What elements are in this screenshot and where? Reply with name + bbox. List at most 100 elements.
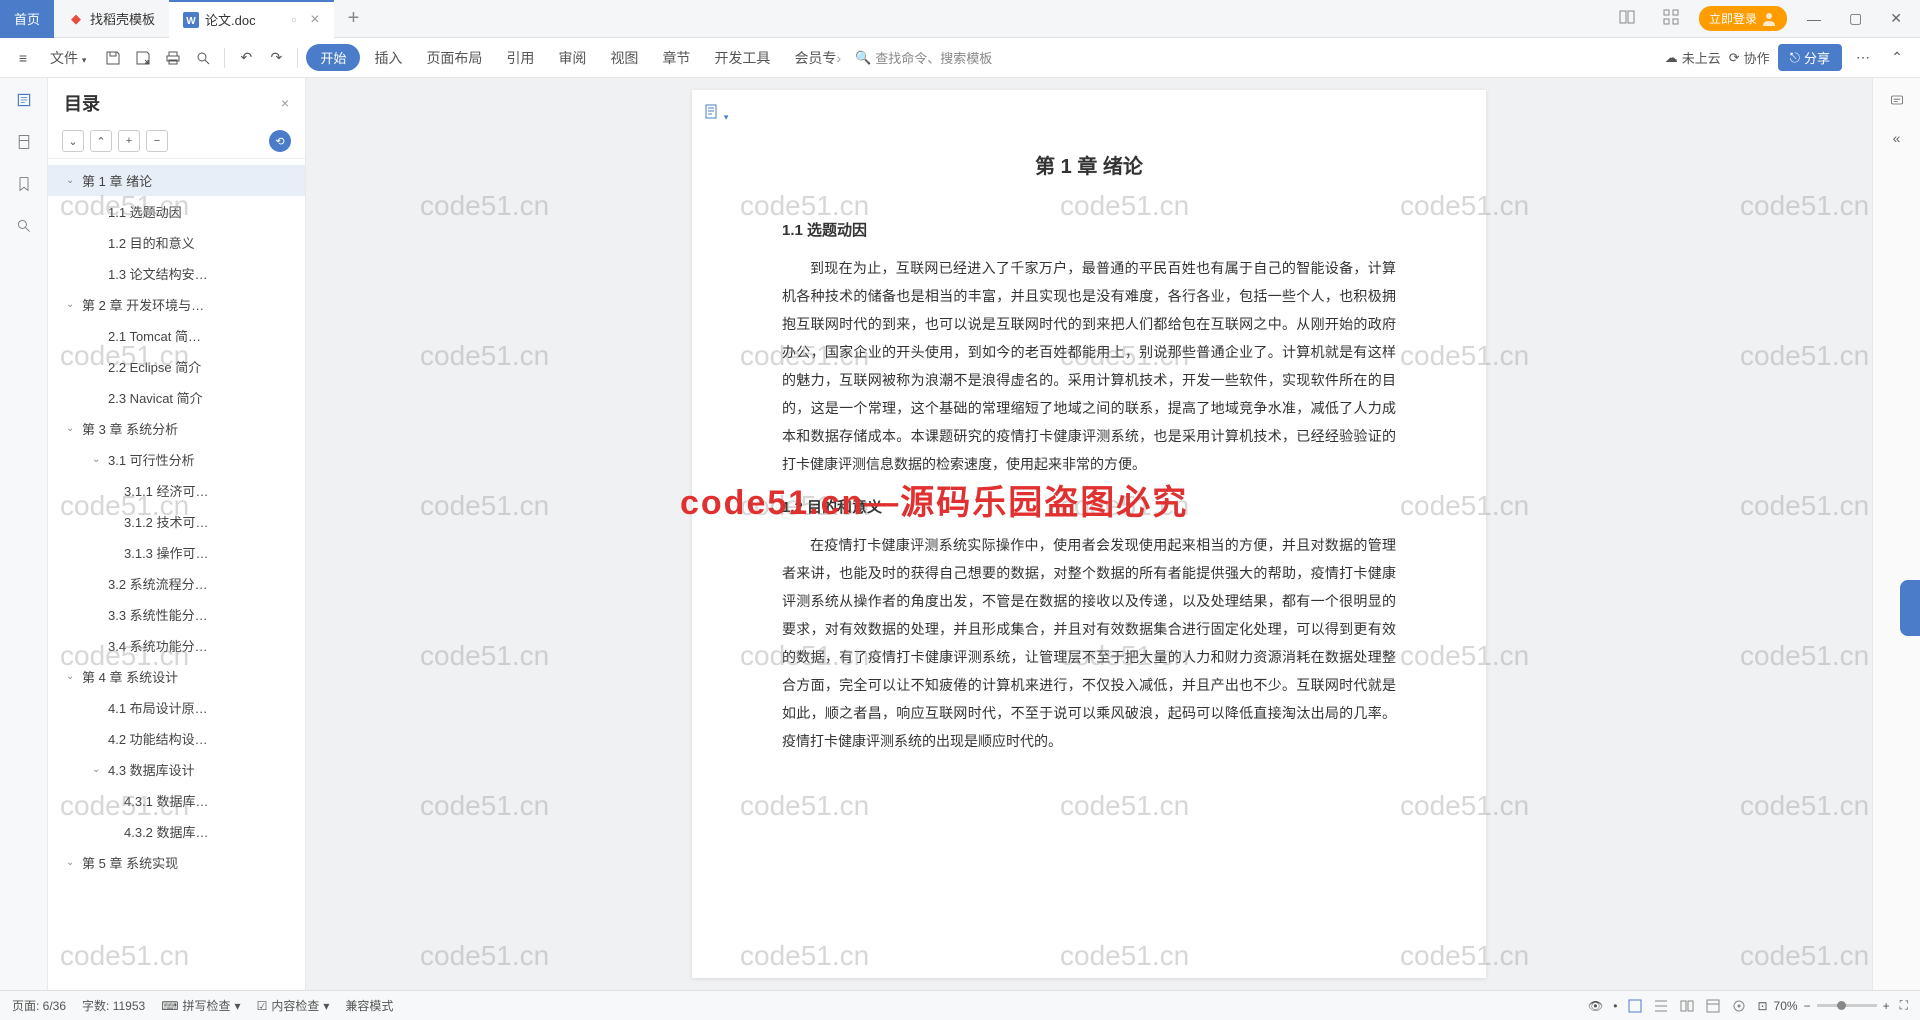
tree-item[interactable]: 4.3.2 数据库… [48, 816, 305, 847]
tree-item[interactable]: 1.3 论文结构安… [48, 258, 305, 289]
eye-icon[interactable]: 👁 [1588, 999, 1603, 1013]
tree-item[interactable]: 1.2 目的和意义 [48, 227, 305, 258]
print-icon[interactable] [160, 45, 186, 71]
tree-item[interactable]: 3.2 系统流程分… [48, 568, 305, 599]
tree-item[interactable]: ⌄第 4 章 系统设计 [48, 661, 305, 692]
view-web-icon[interactable] [1705, 998, 1721, 1014]
tab-home[interactable]: 首页 [0, 0, 54, 38]
add-section-icon[interactable]: + [118, 130, 140, 152]
preview-icon[interactable] [190, 45, 216, 71]
document-page: ▾ 第 1 章 绪论 1.1 选题动因 到现在为止，互联网已经进入了千家万户，最… [692, 90, 1486, 978]
spell-check[interactable]: ⌨拼写检查 ▾ [161, 997, 240, 1014]
collab-button[interactable]: ⟳协作 [1729, 48, 1770, 67]
login-button[interactable]: 立即登录 [1699, 6, 1787, 31]
tree-item[interactable]: 2.1 Tomcat 简… [48, 320, 305, 351]
tree-item[interactable]: 3.1.3 操作可… [48, 537, 305, 568]
remove-section-icon[interactable]: − [146, 130, 168, 152]
undo-icon[interactable]: ↶ [233, 45, 259, 71]
tab-insert[interactable]: 插入 [364, 42, 412, 74]
word-count[interactable]: 字数: 11953 [82, 997, 145, 1014]
tab-template[interactable]: ◆ 找稻壳模板 [54, 0, 169, 38]
properties-icon[interactable] [1885, 88, 1909, 112]
close-icon[interactable]: × [310, 11, 319, 29]
apps-icon[interactable] [1655, 5, 1687, 32]
maximize-icon[interactable]: ▢ [1841, 6, 1870, 31]
tree-item[interactable]: ⌄第 2 章 开发环境与… [48, 289, 305, 320]
more-icon[interactable]: ⋯ [1850, 45, 1876, 71]
view-outline-icon[interactable] [1653, 998, 1669, 1014]
dot-icon[interactable]: • [1613, 999, 1617, 1013]
collapse-ribbon-icon[interactable]: ⌃ [1884, 45, 1910, 71]
zoom-slider[interactable] [1817, 1004, 1877, 1007]
new-tab-button[interactable]: + [334, 0, 374, 38]
tree-item[interactable]: ⌄3.1 可行性分析 [48, 444, 305, 475]
redo-icon[interactable]: ↷ [263, 45, 289, 71]
tree-item[interactable]: ⌄第 1 章 绪论 [48, 165, 305, 196]
zoom-in-icon[interactable]: + [1883, 999, 1890, 1013]
tree-item[interactable]: 4.1 布局设计原… [48, 692, 305, 723]
thumbnail-icon[interactable] [12, 130, 36, 154]
settings-icon[interactable] [1731, 998, 1747, 1014]
tree-item[interactable]: 2.2 Eclipse 简介 [48, 351, 305, 382]
view-page-icon[interactable] [1627, 998, 1643, 1014]
tab-start[interactable]: 开始 [306, 44, 360, 71]
tree-item[interactable]: 1.1 选题动因 [48, 196, 305, 227]
paragraph: 在疫情打卡健康评测系统实际操作中，使用者会发现使用起来相当的方便，并且对数据的管… [782, 531, 1396, 755]
word-icon: W [183, 12, 199, 28]
layout-icon[interactable] [1611, 5, 1643, 32]
cloud-status[interactable]: ☁未上云 [1665, 48, 1721, 67]
tree-item[interactable]: 3.1.2 技术可… [48, 506, 305, 537]
fullscreen-icon[interactable]: ⛶ [1900, 998, 1908, 1013]
bookmark-icon[interactable] [12, 172, 36, 196]
section-heading: 1.2 目的和意义 [782, 496, 1396, 517]
right-collapse-icon[interactable]: « [1885, 126, 1909, 150]
tab-layout[interactable]: 页面布局 [416, 42, 492, 74]
collab-icon: ⟳ [1729, 50, 1740, 66]
zoom-dropdown-icon[interactable]: ⊡ [1757, 999, 1767, 1013]
view-read-icon[interactable] [1679, 998, 1695, 1014]
zoom-level[interactable]: 70% [1774, 999, 1798, 1013]
expand-all-icon[interactable]: ⌃ [90, 130, 112, 152]
check-icon: ☑ [257, 999, 268, 1013]
share-button[interactable]: ⎋分享 [1778, 44, 1842, 71]
sync-icon[interactable]: ⟲ [269, 130, 291, 152]
search-panel-icon[interactable] [12, 214, 36, 238]
tab-view[interactable]: 视图 [600, 42, 648, 74]
zoom-out-icon[interactable]: − [1804, 999, 1811, 1013]
outline-icon[interactable] [12, 88, 36, 112]
outline-close-icon[interactable]: × [281, 95, 289, 111]
tab-dropdown-icon[interactable]: ▫ [292, 12, 297, 27]
tab-section[interactable]: 章节 [652, 42, 700, 74]
collapse-all-icon[interactable]: ⌄ [62, 130, 84, 152]
share-icon: ⎋ [1790, 50, 1800, 66]
tree-item[interactable]: ⌄第 3 章 系统分析 [48, 413, 305, 444]
tree-item[interactable]: 3.3 系统性能分… [48, 599, 305, 630]
minimize-icon[interactable]: — [1799, 7, 1829, 31]
page-options-icon[interactable]: ▾ [704, 104, 728, 123]
save-icon[interactable] [100, 45, 126, 71]
file-menu[interactable]: 文件 ▾ [40, 42, 96, 74]
tab-dev[interactable]: 开发工具 [704, 42, 780, 74]
tree-item[interactable]: ⌄4.3 数据库设计 [48, 754, 305, 785]
tree-item[interactable]: 3.4 系统功能分… [48, 630, 305, 661]
tab-document[interactable]: W 论文.doc ▫ × [169, 0, 334, 38]
tree-item[interactable]: 3.1.1 经济可… [48, 475, 305, 506]
tree-item[interactable]: 2.3 Navicat 简介 [48, 382, 305, 413]
save-as-icon[interactable] [130, 45, 156, 71]
document-viewport[interactable]: ▾ 第 1 章 绪论 1.1 选题动因 到现在为止，互联网已经进入了千家万户，最… [306, 78, 1872, 990]
content-check[interactable]: ☑内容检查 ▾ [257, 997, 330, 1014]
tree-item[interactable]: ⌄第 5 章 系统实现 [48, 847, 305, 878]
menu-icon[interactable]: ≡ [10, 45, 36, 71]
feedback-tab[interactable] [1900, 580, 1920, 636]
chapter-heading: 第 1 章 绪论 [782, 150, 1396, 179]
tree-item[interactable]: 4.2 功能结构设… [48, 723, 305, 754]
tab-reference[interactable]: 引用 [496, 42, 544, 74]
template-icon: ◆ [68, 11, 84, 27]
page-counter[interactable]: 页面: 6/36 [12, 997, 66, 1014]
tab-review[interactable]: 审阅 [548, 42, 596, 74]
search-icon: 🔍 [855, 50, 871, 66]
tree-item[interactable]: 4.3.1 数据库… [48, 785, 305, 816]
command-search[interactable]: 🔍 查找命令、搜索模板 [855, 48, 992, 67]
window-close-icon[interactable]: ✕ [1882, 6, 1910, 31]
tab-member[interactable]: 会员专› [784, 42, 851, 74]
